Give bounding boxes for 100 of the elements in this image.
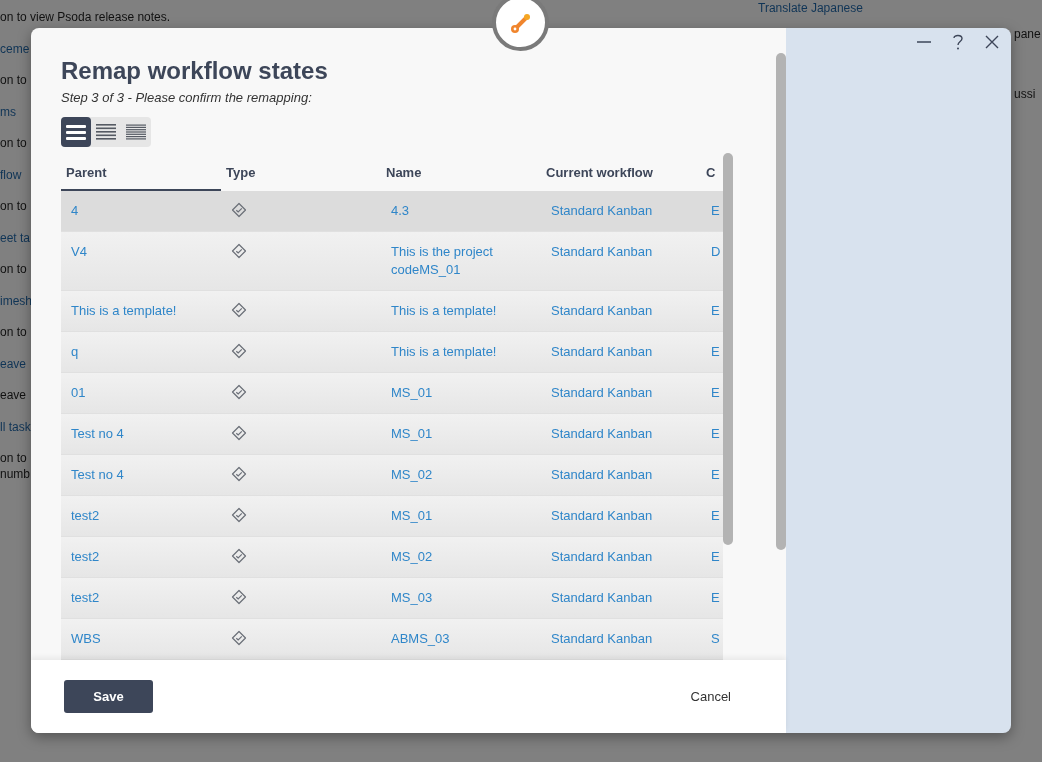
parent-link[interactable]: Test no 4 xyxy=(71,425,124,441)
background-link[interactable]: ms xyxy=(0,104,16,119)
workflow-link[interactable]: Standard Kanban xyxy=(551,507,653,523)
diamond-check-icon xyxy=(231,301,247,318)
list-icon xyxy=(66,123,86,140)
table-cell: E xyxy=(711,507,720,523)
table-cell: D xyxy=(711,243,721,259)
parent-link[interactable]: test2 xyxy=(71,507,100,523)
workflow-link[interactable]: Standard Kanban xyxy=(551,630,653,646)
dialog-scrollbar[interactable] xyxy=(776,53,786,550)
table-cell: E xyxy=(711,384,720,400)
background-text: pane xyxy=(1014,27,1041,41)
parent-link[interactable]: test2 xyxy=(71,548,100,564)
parent-link[interactable]: 01 xyxy=(71,384,86,400)
name-link[interactable]: MS_03 xyxy=(391,588,531,607)
background-text: eave xyxy=(0,388,27,402)
diamond-check-icon xyxy=(231,242,247,259)
table-row[interactable]: 01 MS_01 Standard Kanban E xyxy=(61,372,723,414)
name-link[interactable]: MS_01 xyxy=(391,506,531,525)
workflow-link[interactable]: Standard Kanban xyxy=(551,589,653,605)
background-text: on to xyxy=(0,73,27,87)
table-cell: E xyxy=(711,302,720,318)
parent-link[interactable]: Test no 4 xyxy=(71,466,124,482)
save-button[interactable]: Save xyxy=(64,680,153,713)
cancel-button[interactable]: Cancel xyxy=(690,686,731,707)
workflow-link[interactable]: Standard Kanban xyxy=(551,302,653,318)
background-text: on to xyxy=(0,136,27,150)
background-link[interactable]: eet ta xyxy=(0,230,31,245)
diamond-check-icon xyxy=(231,629,247,646)
table-row[interactable]: This is a template! This is a template! Standard Kanban E xyxy=(61,290,723,332)
table-row[interactable]: test2 MS_02 Standard Kanban E xyxy=(61,536,723,578)
table-cell: S xyxy=(711,630,720,646)
name-link[interactable]: 4.3 xyxy=(391,201,531,220)
diamond-check-icon xyxy=(231,201,247,218)
diamond-check-icon xyxy=(231,547,247,564)
parent-link[interactable]: 4 xyxy=(71,202,79,218)
name-link[interactable]: MS_02 xyxy=(391,547,531,566)
minimize-icon xyxy=(917,41,931,43)
diamond-check-icon xyxy=(231,383,247,400)
table-scrollbar[interactable] xyxy=(723,153,733,545)
background-link[interactable]: ll task xyxy=(0,419,31,434)
background-text: on to xyxy=(0,325,27,339)
dialog-title: Remap workflow states xyxy=(61,56,329,86)
table-row[interactable]: V4 This is the project codeMS_01 Standard Kanban D xyxy=(61,231,723,291)
list-icon xyxy=(126,123,146,140)
name-link[interactable]: MS_02 xyxy=(391,465,531,484)
background-text: on to view Psoda release notes. xyxy=(0,10,171,24)
column-header[interactable]: C xyxy=(701,152,723,191)
name-link[interactable]: MS_01 xyxy=(391,383,531,402)
column-header[interactable]: Name xyxy=(381,152,541,191)
table-row[interactable]: 4 4.3 Standard Kanban E xyxy=(61,190,723,232)
workflow-link[interactable]: Standard Kanban xyxy=(551,548,653,564)
name-link[interactable]: This is a template! xyxy=(391,342,531,361)
table-row[interactable]: Test no 4 MS_01 Standard Kanban E xyxy=(61,413,723,455)
background-text: on to xyxy=(0,199,27,213)
background-text: numb xyxy=(0,466,31,481)
parent-link[interactable]: q xyxy=(71,343,79,359)
workflow-link[interactable]: Standard Kanban xyxy=(551,466,653,482)
step-text: Step 3 of 3 - Please confirm the remapping: xyxy=(61,89,313,107)
column-header[interactable]: Current workflow xyxy=(541,152,701,191)
parent-link[interactable]: WBS xyxy=(71,630,101,646)
name-link[interactable]: MS_01 xyxy=(391,424,531,443)
view-mode-button[interactable] xyxy=(61,116,91,147)
background-text: on to xyxy=(0,262,27,276)
diamond-check-icon xyxy=(231,588,247,605)
background-text: on to xyxy=(0,451,27,465)
table-cell: E xyxy=(711,589,720,605)
table-cell: E xyxy=(711,466,720,482)
workflow-link[interactable]: Standard Kanban xyxy=(551,343,653,359)
parent-link[interactable]: This is a template! xyxy=(71,302,177,318)
table-row[interactable]: test2 MS_01 Standard Kanban E xyxy=(61,495,723,537)
workflow-link[interactable]: Standard Kanban xyxy=(551,202,653,218)
background-link[interactable]: ceme xyxy=(0,41,30,56)
workflow-link[interactable]: Standard Kanban xyxy=(551,384,653,400)
background-link[interactable]: flow xyxy=(0,167,22,182)
diamond-check-icon xyxy=(231,424,247,441)
diamond-check-icon xyxy=(231,506,247,523)
background-link[interactable]: eave xyxy=(0,356,27,371)
table-cell: E xyxy=(711,425,720,441)
diamond-check-icon xyxy=(231,465,247,482)
table-cell: E xyxy=(711,548,720,564)
close-icon xyxy=(985,35,999,49)
background-text: ussi xyxy=(1014,87,1036,101)
table-cell: E xyxy=(711,343,720,359)
name-link[interactable]: This is the project codeMS_01 xyxy=(391,242,531,279)
help-icon xyxy=(951,33,965,51)
name-link[interactable]: This is a template! xyxy=(391,301,531,320)
background-link[interactable]: imesh xyxy=(0,293,32,308)
table-row[interactable]: q This is a template! Standard Kanban E xyxy=(61,331,723,373)
table-row[interactable]: test2 MS_03 Standard Kanban E xyxy=(61,577,723,619)
table-row[interactable]: WBS ABMS_03 Standard Kanban S xyxy=(61,618,723,660)
name-link[interactable]: ABMS_03 xyxy=(391,629,531,648)
list-icon xyxy=(96,123,116,140)
column-header[interactable]: Type xyxy=(221,152,381,191)
workflow-link[interactable]: Standard Kanban xyxy=(551,425,653,441)
parent-link[interactable]: V4 xyxy=(71,243,87,259)
parent-link[interactable]: test2 xyxy=(71,589,100,605)
background-link[interactable]: Translate Japanese xyxy=(758,1,863,15)
table-row[interactable]: Test no 4 MS_02 Standard Kanban E xyxy=(61,454,723,496)
workflow-link[interactable]: Standard Kanban xyxy=(551,243,653,259)
